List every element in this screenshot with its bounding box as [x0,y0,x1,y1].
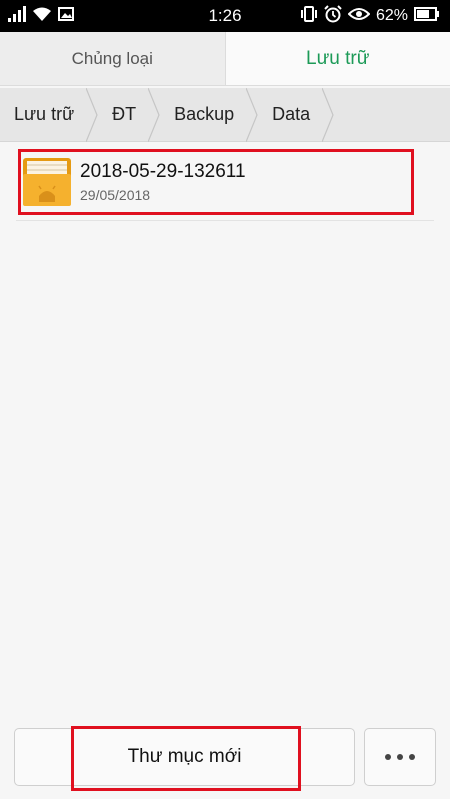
breadcrumb-item-storage[interactable]: Lưu trữ [0,88,86,141]
breadcrumb-separator-icon [86,88,98,142]
more-options-button[interactable] [364,728,436,786]
file-name: 2018-05-29-132611 [80,161,246,182]
status-right: 62% [300,4,440,28]
breadcrumb-separator-icon [148,88,160,142]
android-folder-icon [23,158,71,206]
breadcrumb-item-backup[interactable]: Backup [160,88,246,141]
tab-bar: Chủng loại Lưu trữ [0,32,450,86]
list-item[interactable]: 2018-05-29-132611 29/05/2018 [16,143,434,221]
breadcrumb-item-dt[interactable]: ĐT [98,88,148,141]
battery-icon [414,6,440,26]
status-bar: 1:26 62% [0,0,450,32]
highlight-box [71,726,301,791]
new-folder-button[interactable]: Thư mục mới [14,726,355,791]
item-text: 2018-05-29-132611 29/05/2018 [80,161,246,203]
breadcrumb: Lưu trữ ĐT Backup Data [0,88,450,142]
more-dots-icon [385,754,415,760]
tab-categories[interactable]: Chủng loại [0,32,226,85]
breadcrumb-item-data[interactable]: Data [258,88,322,141]
file-list: 2018-05-29-132611 29/05/2018 [16,143,434,221]
battery-percent: 62% [375,7,408,24]
vibrate-icon [300,5,318,27]
breadcrumb-separator-icon [322,88,334,142]
alarm-icon [324,4,342,28]
breadcrumb-separator-icon [246,88,258,142]
screen: 1:26 62% Chủng loại Lưu trữ Lưu trữ ĐT B… [0,0,450,799]
file-date: 29/05/2018 [80,187,151,203]
bottom-bar: Thư mục mới [0,720,450,799]
tab-storage[interactable]: Lưu trữ [225,32,450,85]
eye-icon [347,7,371,26]
